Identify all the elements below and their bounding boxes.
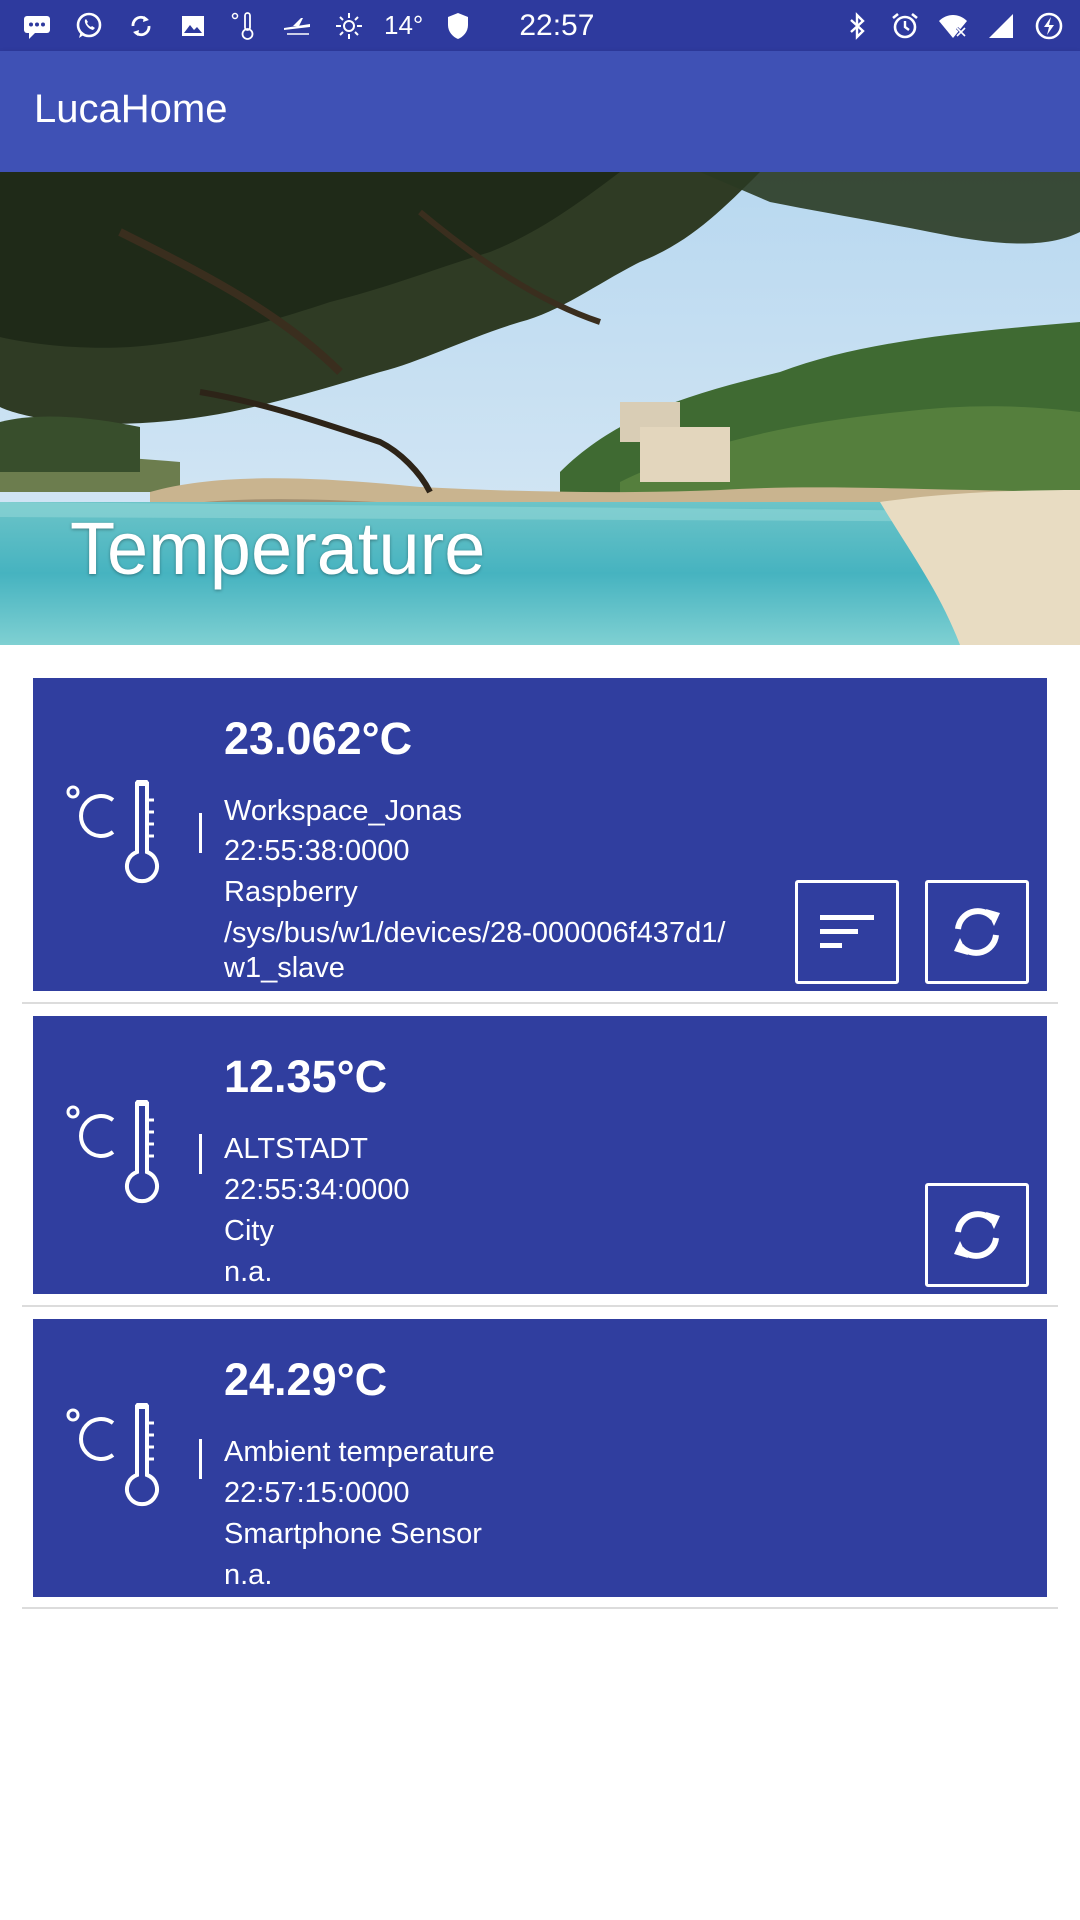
brightness-icon [332,9,366,43]
app-title: LucaHome [34,87,228,131]
temperature-card[interactable]: 24.29°C Ambient temperature 22:57:15:000… [33,1319,1047,1597]
status-temperature: 14° [384,10,424,40]
sensor-source: Smartphone Sensor [224,1518,482,1550]
refresh-icon [954,908,1000,956]
battery-charging-icon [1032,9,1066,43]
bluetooth-icon [840,9,874,43]
sensor-source: Raspberry [224,876,358,908]
sensor-time: 22:55:34:0000 [224,1174,410,1206]
sensor-time: 22:57:15:0000 [224,1477,410,1509]
temperature-value: 23.062°C [224,713,413,764]
messages-icon [20,9,54,43]
status-time: 22:57 [519,8,595,42]
temperature-card[interactable]: 12.35°C ALTSTADT 22:55:34:0000 City n.a. [33,1016,1047,1294]
thermometer-celsius-icon [66,780,159,884]
sensor-time: 22:55:38:0000 [224,835,410,867]
sensor-source: City [224,1215,274,1247]
temperature-value: 12.35°C [224,1051,388,1102]
gallery-icon [176,9,210,43]
card-divider [22,1305,1058,1307]
temperature-value: 24.29°C [224,1354,388,1405]
signal-icon [984,9,1018,43]
card-divider [22,1607,1058,1609]
app-bar: LucaHome [0,51,1080,172]
refresh-icon [954,1211,1000,1259]
divider-bar [199,813,202,853]
alarm-icon [888,9,922,43]
sort-button[interactable] [795,880,899,984]
shield-icon [441,9,475,43]
header-title: Temperature [70,507,486,590]
status-left-icons: 14° 22:57 [20,0,594,51]
whatsapp-icon [72,9,106,43]
sync-icon [124,9,158,43]
plane-icon [280,9,314,43]
sensor-path-continued: w1_slave [224,952,345,984]
sensor-name: ALTSTADT [224,1133,368,1165]
sensor-icon [228,9,262,43]
status-bar: 14° 22:57 [0,0,1080,51]
refresh-button[interactable] [925,880,1029,984]
thermometer-celsius-icon [66,1100,159,1204]
card-divider [22,1002,1058,1004]
sensor-name: Workspace_Jonas [224,795,463,827]
thermometer-celsius-icon [66,1403,159,1507]
divider-bar [199,1134,202,1174]
status-right-icons [840,0,1066,51]
sensor-path: n.a. [224,1256,273,1288]
divider-bar [199,1439,202,1479]
refresh-button[interactable] [925,1183,1029,1287]
header-image: Temperature [0,172,1080,645]
wifi-icon [936,9,970,43]
sensor-path: /sys/bus/w1/devices/28-000006f437d1/ [224,917,726,949]
sensor-path: n.a. [224,1559,273,1591]
sort-icon [820,915,874,948]
sensor-name: Ambient temperature [224,1436,495,1468]
temperature-card[interactable]: 23.062°C Workspace_Jonas 22:55:38:0000 R… [33,678,1047,991]
